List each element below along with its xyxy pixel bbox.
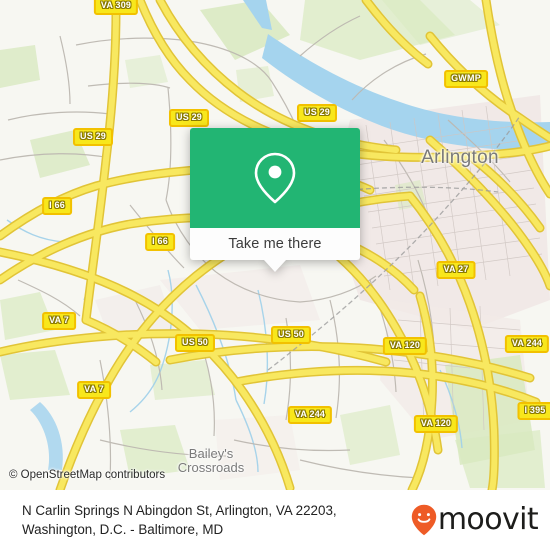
moovit-map-screenshot: Arlington Bailey's Crossroads VA 309 GWM… [0,0,550,550]
footer-bar: N Carlin Springs N Abingdon St, Arlingto… [0,490,550,550]
road-shield-va-120-b[interactable]: VA 120 [413,415,459,433]
moovit-wordmark: moovit [437,502,539,537]
map-pin-icon [254,152,296,204]
take-me-there-label: Take me there [228,236,322,252]
location-callout-card[interactable]: Take me there [190,128,360,272]
address-line-1: N Carlin Springs N Abingdon St, Arlingto… [22,503,337,518]
road-shield-i-395[interactable]: I 395 [517,402,550,420]
road-shield-va-7-b[interactable]: VA 7 [77,381,111,399]
road-shield-us-29-a[interactable]: US 29 [296,104,338,122]
road-shield-va-120-a[interactable]: VA 120 [382,337,428,355]
road-shield-i-66-a[interactable]: I 66 [42,197,72,215]
road-shield-us-29-b[interactable]: US 29 [168,109,210,127]
road-shield-us-29-c[interactable]: US 29 [72,128,114,146]
callout-icon-area [190,128,360,228]
road-shield-va-244-a[interactable]: VA 244 [504,335,550,353]
road-shield-va-7-a[interactable]: VA 7 [42,312,76,330]
address-line-2: Washington, D.C. - Baltimore, MD [22,522,224,537]
road-shield-va-244-b[interactable]: VA 244 [287,406,333,424]
map-attribution[interactable]: © OpenStreetMap contributors [9,469,165,481]
address-block: N Carlin Springs N Abingdon St, Arlingto… [0,501,411,539]
map-canvas[interactable]: Arlington Bailey's Crossroads VA 309 GWM… [0,0,550,490]
moovit-logo[interactable]: moovit [411,504,550,536]
road-shield-gwmp[interactable]: GWMP [444,70,488,88]
road-shield-va-309[interactable]: VA 309 [93,0,139,15]
callout-pointer-tail [264,260,286,272]
moovit-pin-icon [411,504,437,536]
road-shield-us-50-b[interactable]: US 50 [270,326,312,344]
take-me-there-button[interactable]: Take me there [190,228,360,260]
road-shield-va-27[interactable]: VA 27 [436,261,476,279]
road-shield-i-66-b[interactable]: I 66 [145,233,175,251]
road-shield-us-50-a[interactable]: US 50 [174,334,216,352]
